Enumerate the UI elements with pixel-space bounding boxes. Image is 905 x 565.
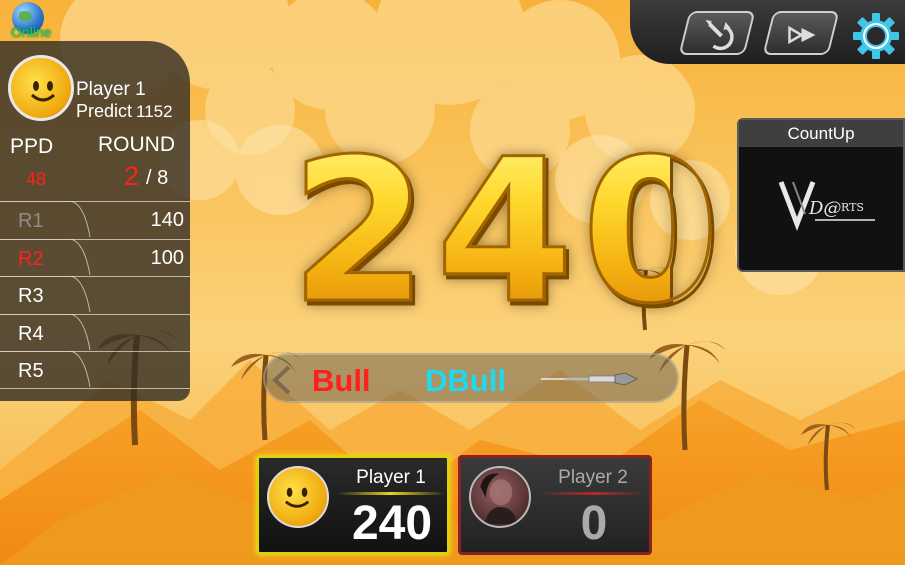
round-label: R2 [18, 247, 44, 270]
dart-icon [541, 372, 638, 386]
vdarts-logo: D@ RTS [779, 181, 875, 232]
divider [337, 492, 445, 495]
character-icon [480, 473, 518, 525]
smiley-face-icon [30, 81, 56, 102]
ppd-header: PPD [10, 135, 54, 158]
gear-icon[interactable] [852, 12, 900, 60]
player-stats-panel: Player 1 Predict 1152 PPD ROUND 48 2 / 8 … [0, 41, 190, 401]
current-score: 240 [289, 116, 728, 347]
predict-value: 1152 [136, 102, 173, 121]
round-current: 2 [124, 161, 140, 191]
round-label: R1 [18, 210, 44, 232]
player-1-avatar [267, 466, 329, 528]
throw-results-bar: Bull DBull [263, 353, 679, 403]
predict-row: Predict 1152 [76, 101, 173, 122]
online-label: Online [11, 24, 52, 40]
skip-turn-button[interactable] [762, 11, 840, 55]
player-2-score: 0 [580, 497, 608, 550]
ppd-value: 48 [26, 169, 47, 189]
round-label: R3 [18, 285, 44, 308]
svg-text:RTS: RTS [841, 201, 864, 214]
round-row-1: R1 140 [0, 201, 190, 239]
player-avatar [8, 55, 74, 121]
online-status: Online [8, 2, 58, 40]
round-label: R4 [18, 322, 44, 345]
round-row-3: R3 [0, 276, 190, 314]
predict-label: Predict [76, 101, 133, 121]
player-name: Player 1 [76, 79, 146, 100]
player-card-1: Player 1 240 [256, 455, 450, 555]
divider [539, 492, 647, 495]
arrow-left-icon [272, 365, 291, 395]
round-row-5: R5 [0, 351, 190, 389]
round-row-4: R4 [0, 313, 190, 352]
throw-2: DBull [425, 363, 506, 398]
round-score: 140 [150, 209, 184, 231]
game-mode-panel: CountUp D@ RTS [737, 118, 905, 272]
undo-dart-button[interactable] [678, 11, 756, 55]
round-total: / 8 [146, 167, 169, 189]
skip-forward-icon [788, 25, 816, 45]
player-1-name: Player 1 [356, 467, 426, 488]
dart-undo-icon [705, 20, 734, 51]
svg-text:D@: D@ [808, 198, 841, 219]
throw-1: Bull [312, 363, 371, 398]
player-2-avatar [469, 466, 531, 528]
player-card-2: Player 2 0 [458, 455, 652, 555]
smiley-face-icon [284, 487, 310, 508]
round-list: R1 140 R2 100 R3 R4 R5 [0, 201, 190, 389]
round-label: R5 [18, 360, 44, 383]
round-score: 100 [150, 246, 184, 269]
round-header: ROUND [98, 133, 175, 156]
game-mode-title: CountUp [739, 120, 903, 147]
player-1-score: 240 [351, 497, 433, 550]
round-row-2: R2 100 [0, 238, 190, 277]
player-2-name: Player 2 [558, 467, 628, 488]
